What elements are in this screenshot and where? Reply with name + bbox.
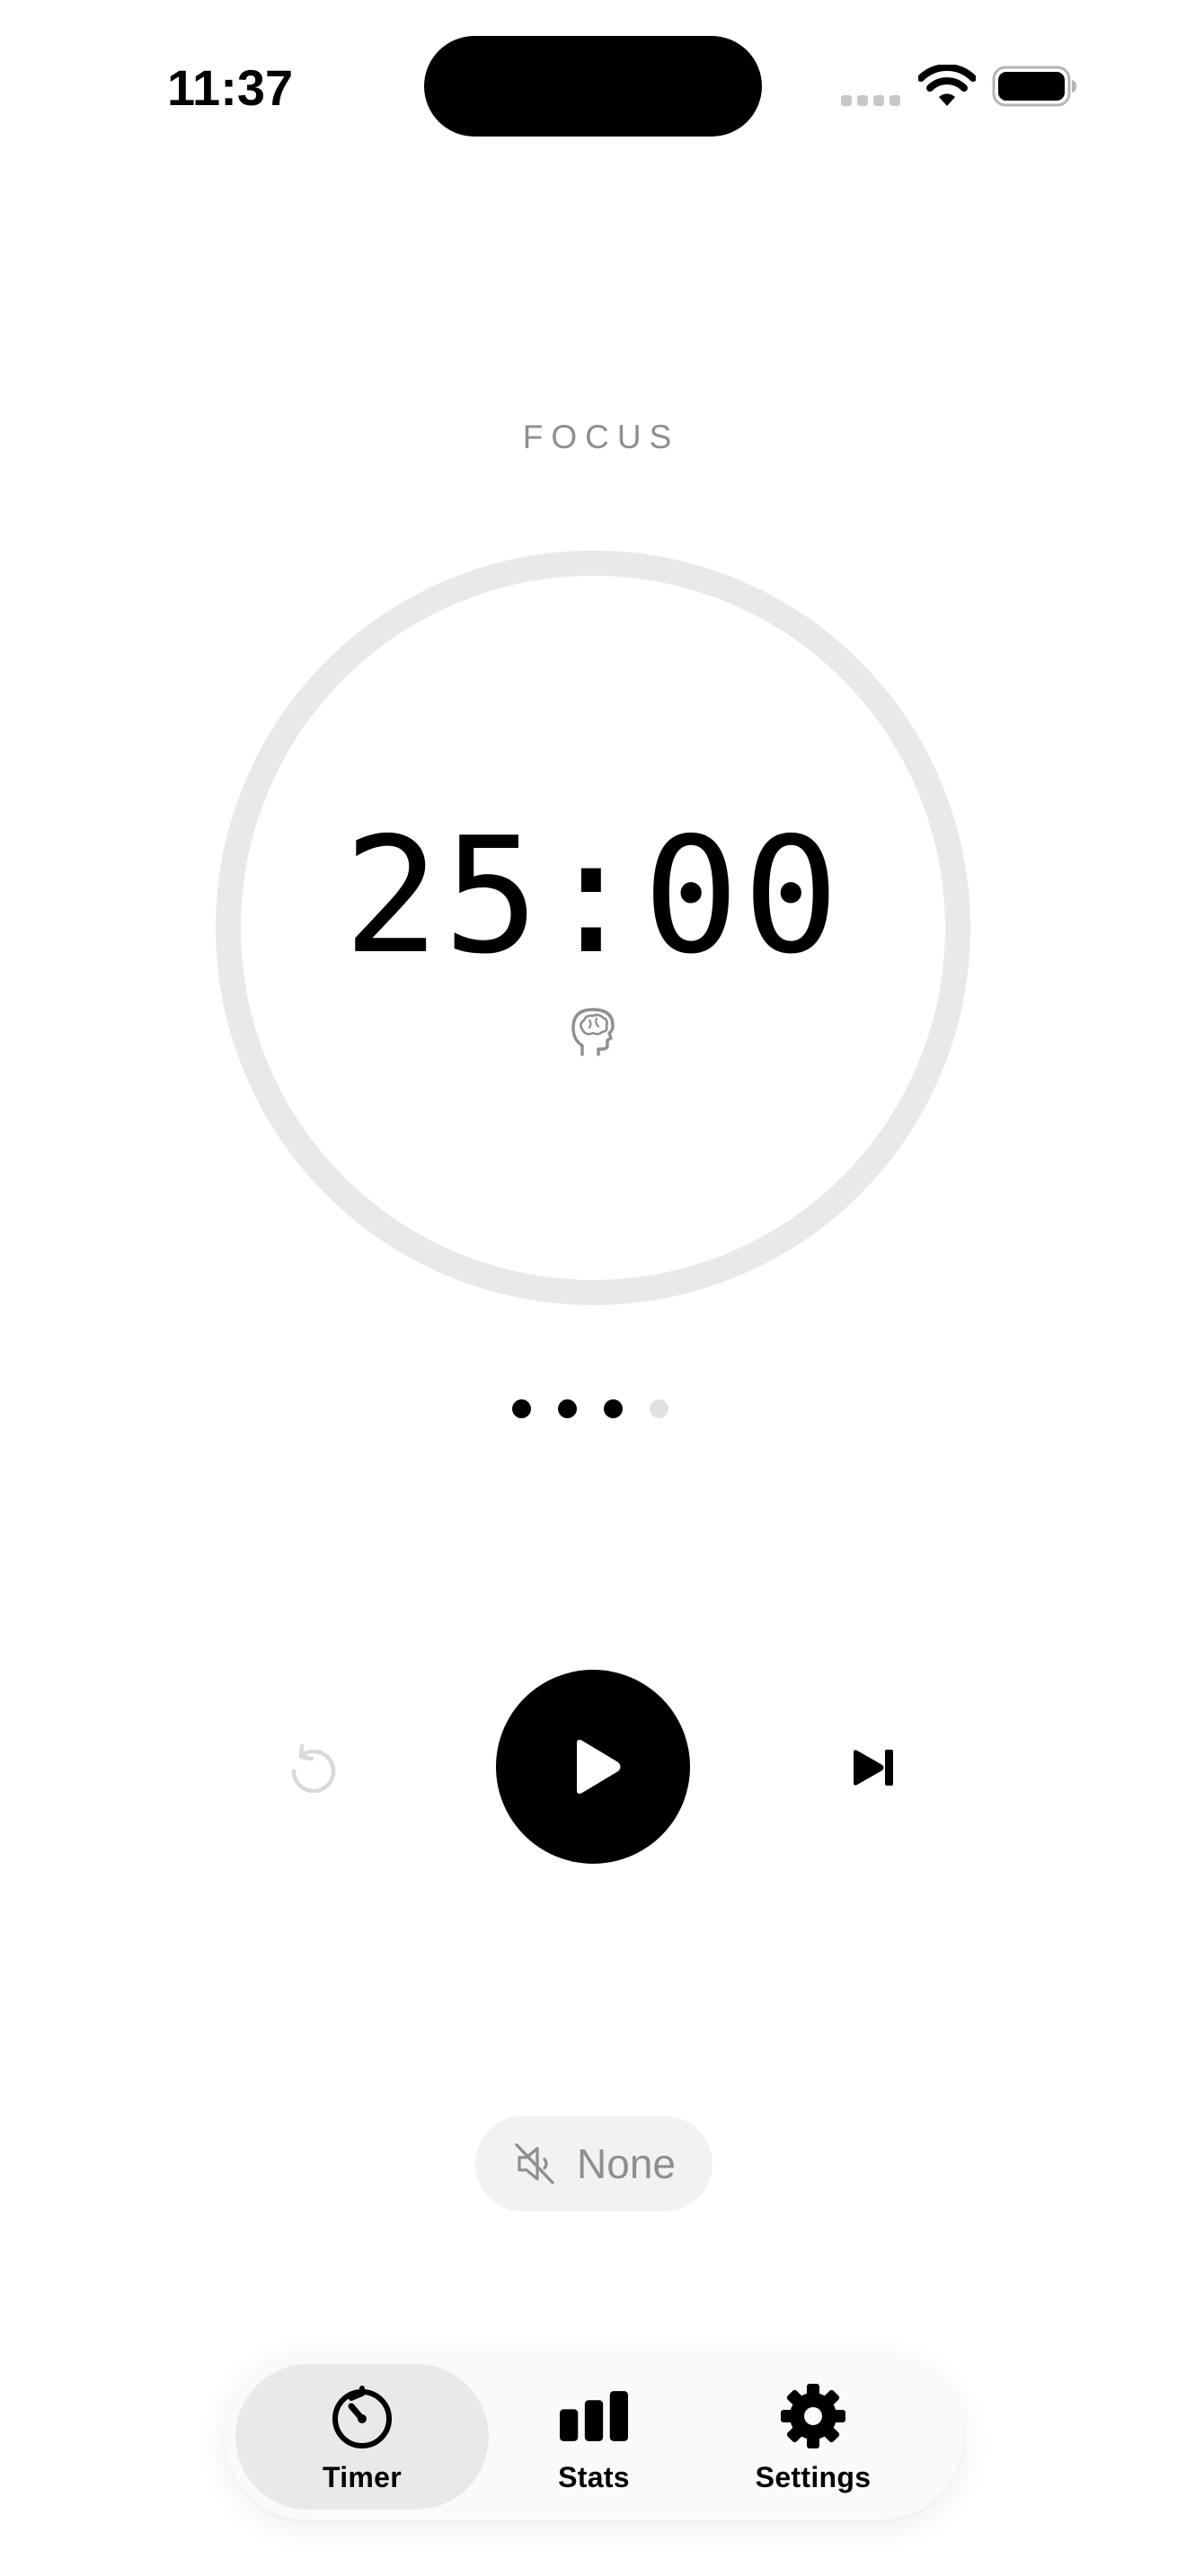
tab-timer-label: Timer: [322, 2461, 403, 2493]
brain-head-icon: [571, 1008, 615, 1056]
skip-forward-icon: [854, 1750, 893, 1786]
stopwatch-icon: [332, 2386, 392, 2448]
reset-button[interactable]: [284, 1739, 340, 1795]
cellular-signal-icon: [841, 95, 900, 106]
skip-forward-button[interactable]: [848, 1746, 898, 1789]
tab-stats-label: Stats: [558, 2461, 630, 2493]
tab-timer[interactable]: Timer: [235, 2364, 489, 2510]
bar-chart-icon: [560, 2391, 628, 2441]
play-icon: [577, 1740, 621, 1794]
session-dot-completed: [558, 1399, 577, 1418]
session-progress-dots: [512, 1399, 668, 1418]
tab-settings-label: Settings: [755, 2461, 872, 2493]
reset-icon: [291, 1743, 336, 1793]
dynamic-island: [424, 36, 762, 137]
time-remaining: 25:00: [343, 803, 843, 989]
speaker-muted-icon: [515, 2143, 554, 2184]
gear-icon: [781, 2384, 845, 2448]
play-button[interactable]: [496, 1670, 690, 1864]
ambient-sound-button[interactable]: None: [475, 2116, 712, 2211]
session-dot-completed: [512, 1399, 531, 1418]
battery-icon: [992, 66, 1076, 107]
status-bar-time: 11:37: [167, 59, 294, 116]
wifi-icon: [918, 65, 976, 106]
tab-bar: Timer Stats Settings: [225, 2353, 963, 2520]
timer-mode-label: FOCUS: [522, 419, 680, 455]
session-dot-pending: [650, 1399, 668, 1418]
tab-stats[interactable]: Stats: [507, 2364, 681, 2510]
ambient-sound-label: None: [577, 2140, 676, 2187]
tab-settings[interactable]: Settings: [712, 2364, 915, 2510]
session-dot-completed: [604, 1399, 623, 1418]
